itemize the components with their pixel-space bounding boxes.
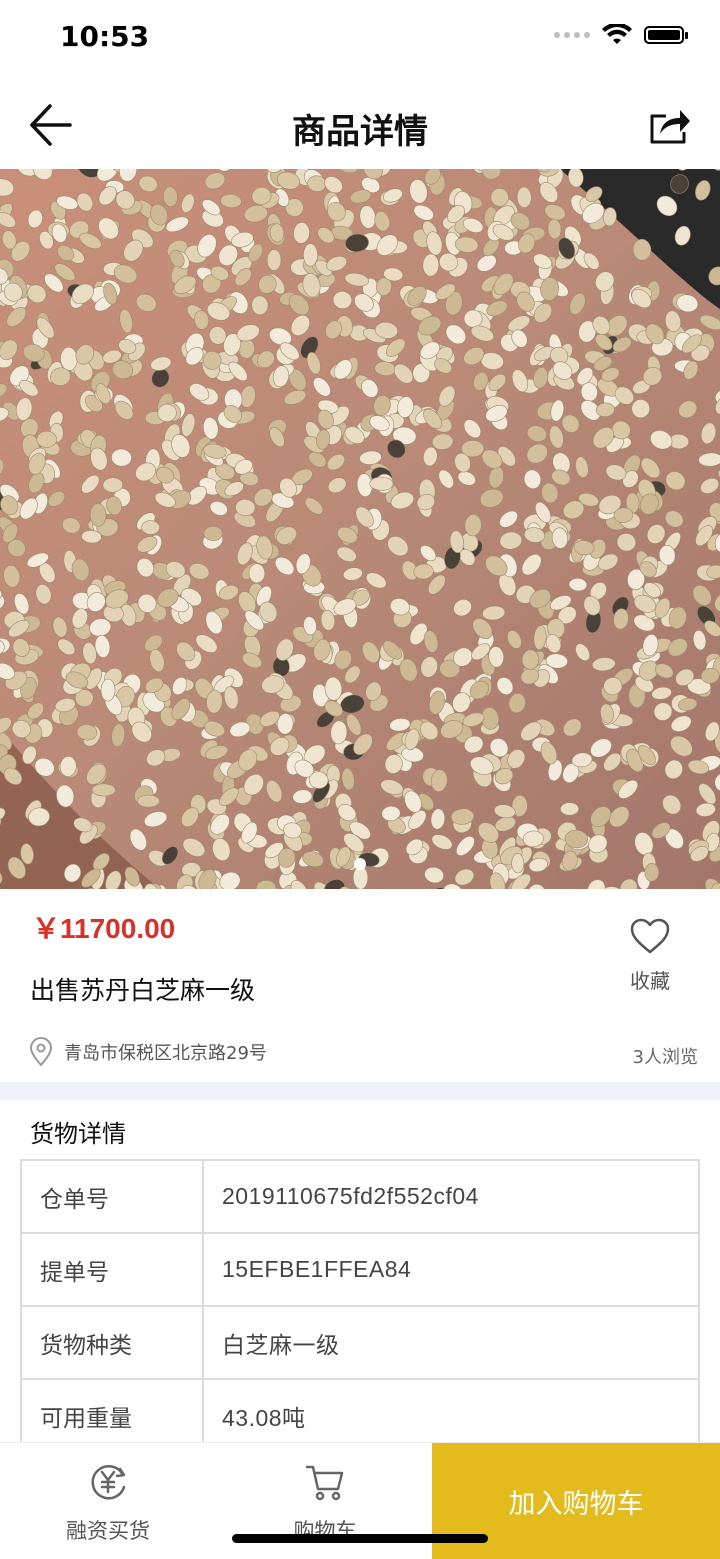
seed-texture <box>370 477 394 491</box>
row-value: 白芝麻一级 <box>203 1306 699 1379</box>
signal-icon <box>554 32 590 38</box>
seed-texture <box>137 795 159 807</box>
row-label: 提单号 <box>21 1233 203 1306</box>
seed-texture <box>204 526 223 541</box>
seed-texture <box>101 679 115 701</box>
table-row: 提单号 15EFBE1FFEA84 <box>21 1233 699 1306</box>
view-count: 3人浏览 <box>633 1043 698 1069</box>
product-image-gallery[interactable] <box>0 169 720 889</box>
battery-icon <box>644 26 684 44</box>
wifi-icon <box>602 24 632 46</box>
table-row: 货物种类 白芝麻一级 <box>21 1306 699 1379</box>
seed-texture <box>303 244 317 267</box>
details-title: 货物详情 <box>30 1114 126 1149</box>
nav-bar: 商品详情 <box>0 80 720 170</box>
details-table: 仓单号 2019110675fd2f552cf04 提单号 15EFBE1FFE… <box>20 1159 700 1453</box>
seed-texture <box>512 854 524 873</box>
location-pin-icon <box>28 1037 54 1067</box>
page-title: 商品详情 <box>0 104 720 153</box>
gallery-page-indicator <box>354 858 366 870</box>
table-row: 仓单号 2019110675fd2f552cf04 <box>21 1160 699 1233</box>
section-divider <box>0 1082 720 1100</box>
seed-texture <box>560 803 578 816</box>
location-row: 青岛市保税区北京路29号 <box>28 1037 267 1067</box>
seed-texture <box>267 249 281 270</box>
home-indicator <box>232 1534 488 1543</box>
row-value: 2019110675fd2f552cf04 <box>203 1160 699 1233</box>
cart-button[interactable]: 购物车 <box>255 1461 395 1545</box>
location-text: 青岛市保税区北京路29号 <box>64 1039 267 1065</box>
status-bar: 10:53 <box>0 0 720 80</box>
seed-texture <box>645 863 659 881</box>
row-value: 15EFBE1FFEA84 <box>203 1233 699 1306</box>
seed-texture <box>92 784 116 797</box>
row-label: 仓单号 <box>21 1160 203 1233</box>
favorite-button[interactable]: 收藏 <box>618 917 682 994</box>
favorite-label: 收藏 <box>618 965 682 994</box>
product-info: ￥11700.00 出售苏丹白芝麻一级 收藏 青岛市保税区北京路29号 3人浏览 <box>0 889 720 1082</box>
status-icons <box>554 24 684 46</box>
status-time: 10:53 <box>60 20 149 53</box>
product-name: 出售苏丹白芝麻一级 <box>30 971 255 1007</box>
seed-texture <box>141 520 160 534</box>
product-photo <box>0 169 720 889</box>
seed-texture <box>37 431 57 448</box>
finance-buy-label: 融资买货 <box>38 1515 178 1545</box>
yuan-cycle-icon <box>87 1461 129 1503</box>
cart-icon <box>304 1461 346 1503</box>
seed-texture <box>631 399 650 418</box>
seed-texture <box>249 564 265 583</box>
heart-icon <box>629 917 671 955</box>
finance-buy-button[interactable]: 融资买货 <box>38 1461 178 1545</box>
row-label: 货物种类 <box>21 1306 203 1379</box>
product-price: ￥11700.00 <box>32 907 175 947</box>
share-icon[interactable] <box>648 104 692 148</box>
